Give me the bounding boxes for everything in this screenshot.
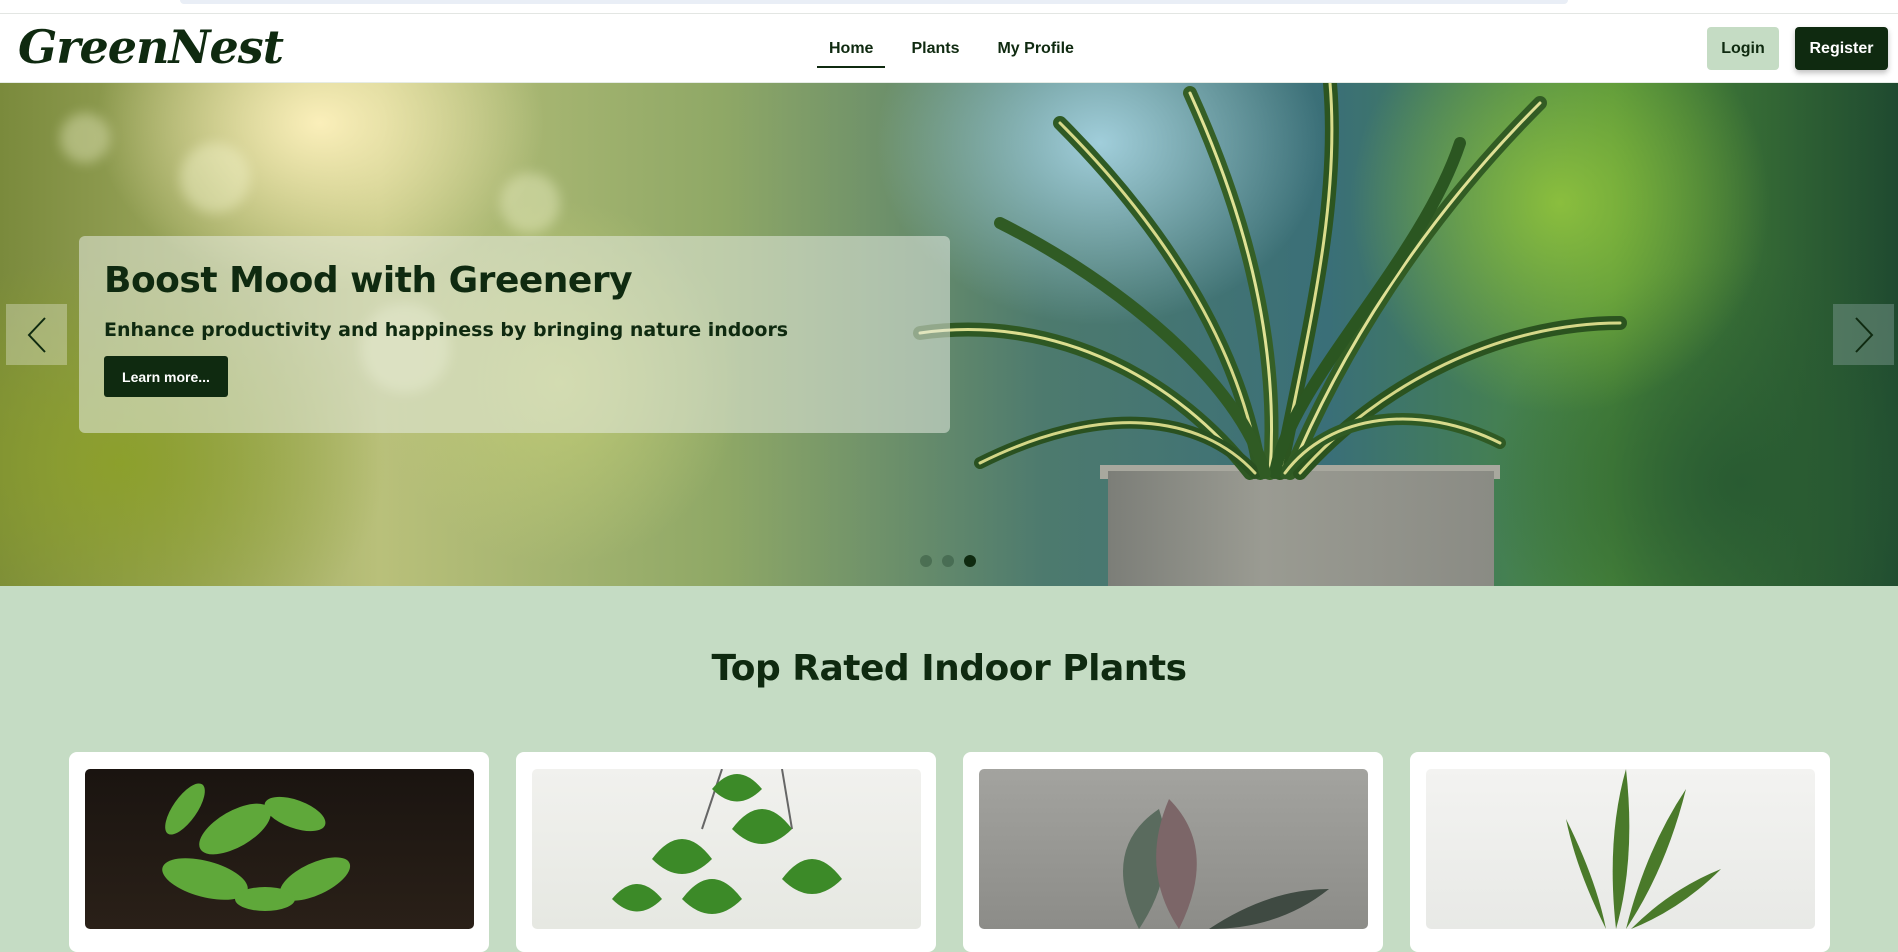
nav-link-home[interactable]: Home bbox=[817, 36, 886, 68]
plant-card-4[interactable] bbox=[1410, 752, 1830, 952]
plant-image[interactable] bbox=[85, 769, 474, 929]
browser-top-strip bbox=[0, 0, 1898, 14]
plant-image[interactable] bbox=[979, 769, 1368, 929]
nav-link-plants[interactable]: Plants bbox=[899, 36, 971, 68]
plant-pot bbox=[1108, 471, 1494, 586]
hero-caption: Boost Mood with Greenery Enhance product… bbox=[79, 236, 950, 433]
plant-card-1[interactable] bbox=[69, 752, 489, 952]
hero-slider: Boost Mood with Greenery Enhance product… bbox=[0, 83, 1898, 586]
hero-title: Boost Mood with Greenery bbox=[104, 260, 633, 301]
slider-dot-3[interactable] bbox=[964, 555, 976, 567]
hero-subtitle: Enhance productivity and happiness by br… bbox=[104, 319, 789, 341]
chevron-left-icon bbox=[27, 316, 46, 353]
rubber-plant-image bbox=[1123, 799, 1329, 929]
bokeh-light bbox=[180, 143, 250, 213]
nav-links: Home Plants My Profile bbox=[817, 36, 1100, 68]
plant-card-3[interactable] bbox=[963, 752, 1383, 952]
slider-prev-button[interactable] bbox=[6, 304, 67, 365]
philodendron-image bbox=[612, 769, 842, 914]
navbar: GreenNest Home Plants My Profile Login R… bbox=[0, 14, 1898, 83]
snake-plant-image bbox=[1566, 769, 1721, 929]
bokeh-light bbox=[60, 113, 110, 163]
login-button[interactable]: Login bbox=[1707, 27, 1779, 70]
slider-next-button[interactable] bbox=[1833, 304, 1894, 365]
slider-dot-1[interactable] bbox=[920, 555, 932, 567]
learn-more-button[interactable]: Learn more... bbox=[104, 356, 228, 397]
plant-image[interactable] bbox=[1426, 769, 1815, 929]
jade-plant-image bbox=[162, 783, 351, 911]
bokeh-light bbox=[500, 173, 560, 233]
auth-buttons: Login Register bbox=[1707, 27, 1888, 70]
nav-link-my-profile[interactable]: My Profile bbox=[985, 36, 1085, 68]
logo[interactable]: GreenNest bbox=[18, 20, 284, 74]
register-button[interactable]: Register bbox=[1795, 27, 1888, 70]
slider-dots bbox=[920, 555, 976, 567]
plant-cards bbox=[69, 752, 1830, 952]
section-title: Top Rated Indoor Plants bbox=[711, 648, 1187, 689]
plant-image[interactable] bbox=[532, 769, 921, 929]
chevron-right-icon bbox=[1854, 316, 1873, 353]
plant-card-2[interactable] bbox=[516, 752, 936, 952]
spider-plant-illustration bbox=[913, 83, 1627, 480]
slider-dot-2[interactable] bbox=[942, 555, 954, 567]
